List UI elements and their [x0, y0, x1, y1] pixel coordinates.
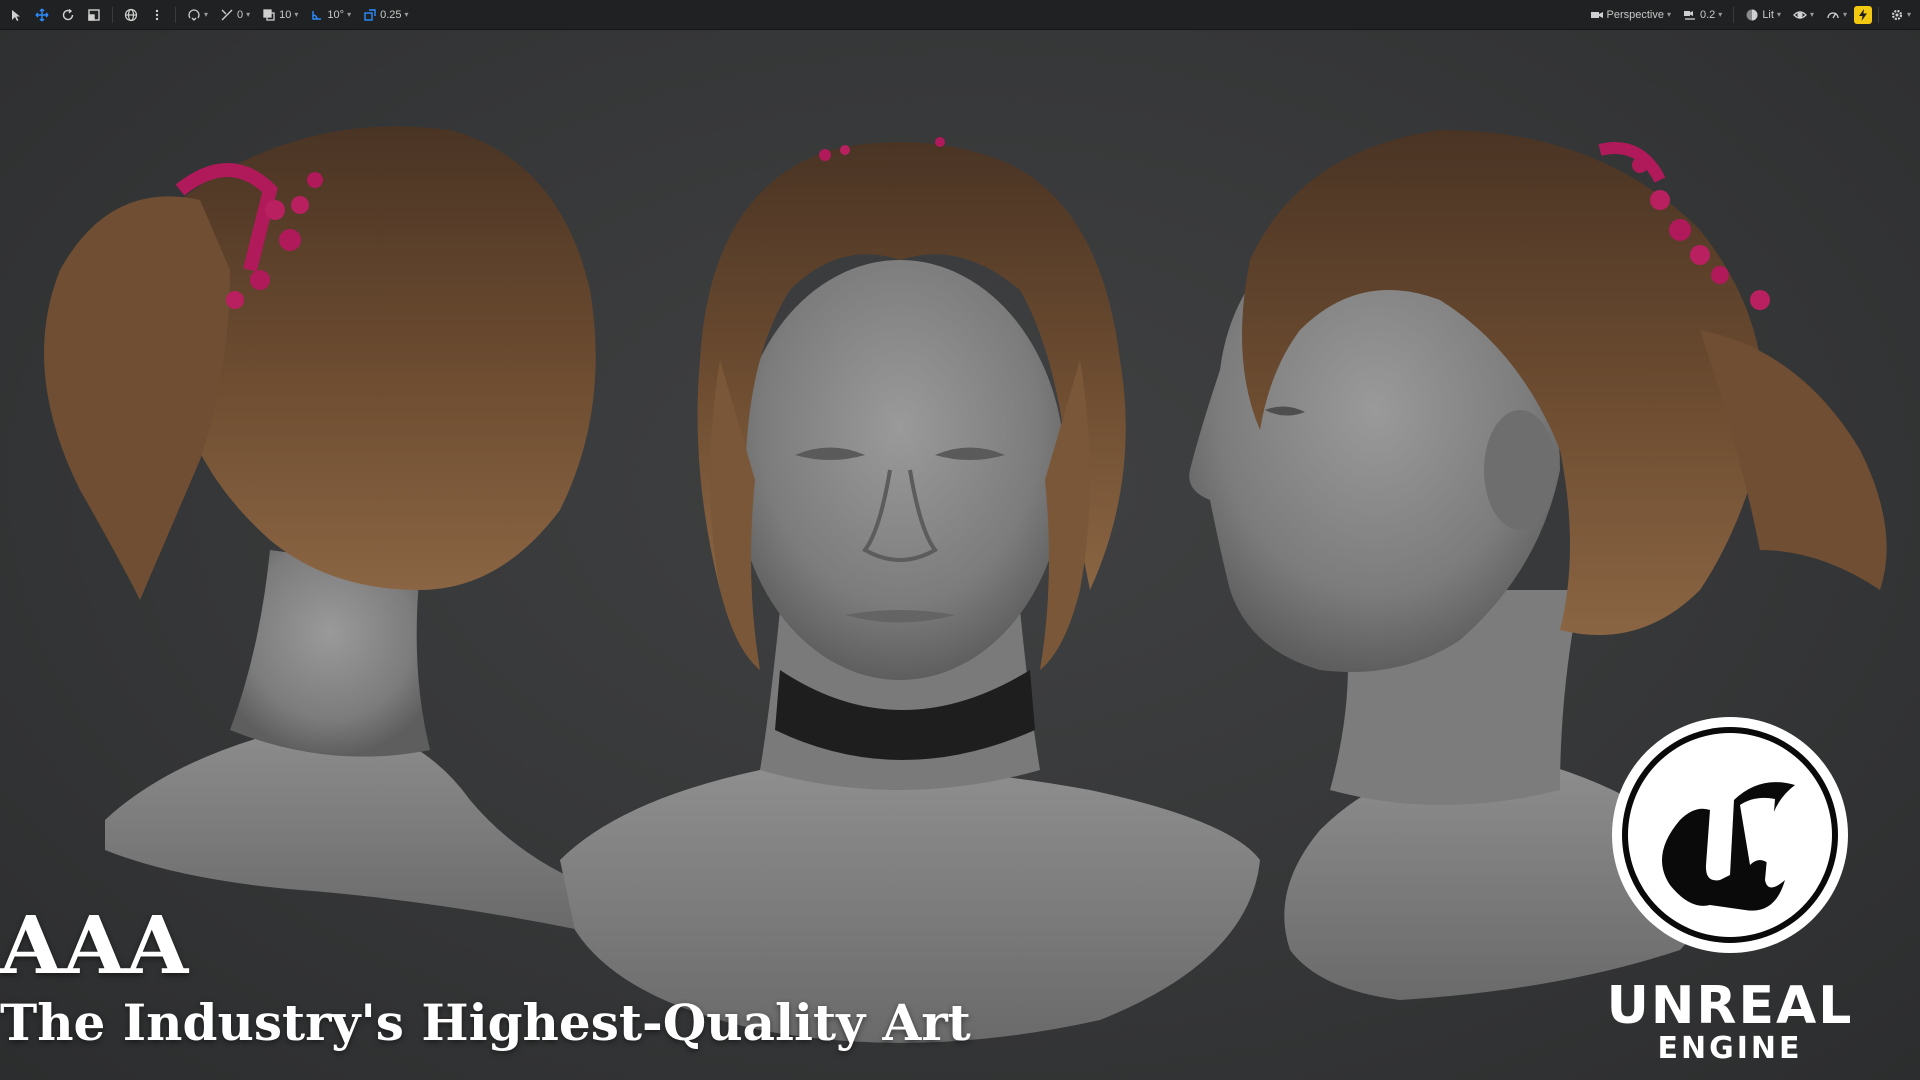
globe-icon: [124, 8, 138, 21]
rotate-icon: [62, 8, 74, 20]
camera-speed-icon: [1684, 10, 1695, 20]
grid-snap-icon: [263, 8, 275, 21]
more-options-button[interactable]: [145, 4, 169, 26]
unreal-engine-wordmark: UNREAL ENGINE: [1565, 980, 1895, 1065]
chevron-down-icon: ▾: [404, 10, 409, 19]
viewport-settings-button[interactable]: ▾: [1885, 4, 1916, 26]
toolbar-left: ▾ 0 ▾ 10 ▾ 10° ▾ 0.25 ▾: [4, 4, 414, 26]
translate-tool-button[interactable]: [30, 4, 54, 26]
coordinate-system-button[interactable]: [119, 4, 143, 26]
angle-snap-value: 10°: [327, 8, 345, 21]
lit-sphere-icon: [1746, 9, 1758, 20]
select-arrow-icon: [12, 9, 20, 21]
eye-icon: [1793, 10, 1807, 19]
camera-speed-value: 0.2: [1700, 8, 1716, 21]
head-back-view: [44, 126, 600, 930]
brand-name-line1: UNREAL: [1606, 976, 1854, 1036]
scale-tool-button[interactable]: [82, 4, 106, 26]
headline-aaa: AAA: [0, 898, 190, 992]
rotation-snap-value: 0: [237, 8, 244, 21]
chevron-down-icon: ▾: [204, 10, 209, 19]
chevron-down-icon: ▾: [1666, 10, 1671, 19]
lighting-mode-label: Lit: [1762, 8, 1774, 21]
viewport-toolbar: ▾ 0 ▾ 10 ▾ 10° ▾ 0.25 ▾ Perspective ▾ 0.…: [0, 0, 1920, 30]
chevron-down-icon: ▾: [246, 10, 251, 19]
rotate-tool-button[interactable]: [56, 4, 80, 26]
chevron-down-icon: ▾: [1776, 10, 1781, 19]
camera-icon: [1590, 11, 1603, 18]
performance-scalability-button[interactable]: ▾: [1821, 4, 1852, 26]
scale-snap-icon: [364, 8, 376, 21]
rotation-snap-button[interactable]: 0 ▾: [215, 4, 255, 26]
rotation-snap-icon: [221, 9, 233, 20]
toolbar-separator: [175, 6, 176, 23]
surface-snapping-button[interactable]: ▾: [182, 4, 213, 26]
chevron-down-icon: ▾: [294, 10, 299, 19]
lightning-icon: [1858, 8, 1867, 21]
chevron-down-icon: ▾: [347, 10, 352, 19]
angle-snap-button[interactable]: 10° ▾: [305, 4, 356, 26]
view-mode-lit-button[interactable]: Lit ▾: [1740, 4, 1786, 26]
ponytail-back: [44, 196, 230, 600]
viewport-type-button[interactable]: Perspective ▾: [1585, 4, 1677, 26]
unreal-engine-logo-icon: [1612, 717, 1848, 953]
gear-icon: [1891, 9, 1903, 20]
chevron-down-icon: ▾: [1842, 10, 1847, 19]
grid-snap-value: 10: [279, 8, 292, 21]
toolbar-separator: [1733, 6, 1735, 23]
scale-box-icon: [88, 8, 100, 21]
toolbar-right: Perspective ▾ 0.2 ▾ Lit ▾ ▾ ▾ ▾: [1585, 4, 1917, 26]
toolbar-separator: [112, 6, 113, 23]
angle-snap-icon: [312, 10, 322, 20]
view-mode-label: Perspective: [1606, 8, 1664, 21]
scale-snap-value: 0.25: [380, 8, 402, 21]
hair-back: [170, 126, 596, 590]
toolbar-separator: [1877, 6, 1879, 23]
chevron-down-icon: ▾: [1718, 10, 1723, 19]
camera-speed-button[interactable]: 0.2 ▾: [1678, 4, 1727, 26]
chevron-down-icon: ▾: [1906, 10, 1911, 19]
viewport[interactable]: ▾ 0 ▾ 10 ▾ 10° ▾ 0.25 ▾ Perspective ▾ 0.…: [0, 0, 1920, 1080]
move-arrows-icon: [35, 8, 49, 21]
kebab-icon: [155, 9, 159, 20]
promo-title-block: AAA The Industry's Highest-Quality Art: [0, 905, 971, 1052]
realtime-indicator-button[interactable]: [1853, 5, 1872, 24]
select-mode-button[interactable]: [4, 4, 28, 26]
scale-snap-button[interactable]: 0.25 ▾: [358, 4, 413, 26]
grid-snap-button[interactable]: 10 ▾: [257, 4, 303, 26]
surface-snap-icon: [188, 8, 200, 21]
gauge-icon: [1827, 11, 1839, 18]
brand-name-line2: ENGINE: [1657, 1031, 1803, 1066]
tagline: The Industry's Highest-Quality Art: [0, 993, 971, 1052]
show-flags-button[interactable]: ▾: [1788, 4, 1819, 26]
ear-side: [1484, 410, 1556, 530]
chevron-down-icon: ▾: [1809, 10, 1814, 19]
